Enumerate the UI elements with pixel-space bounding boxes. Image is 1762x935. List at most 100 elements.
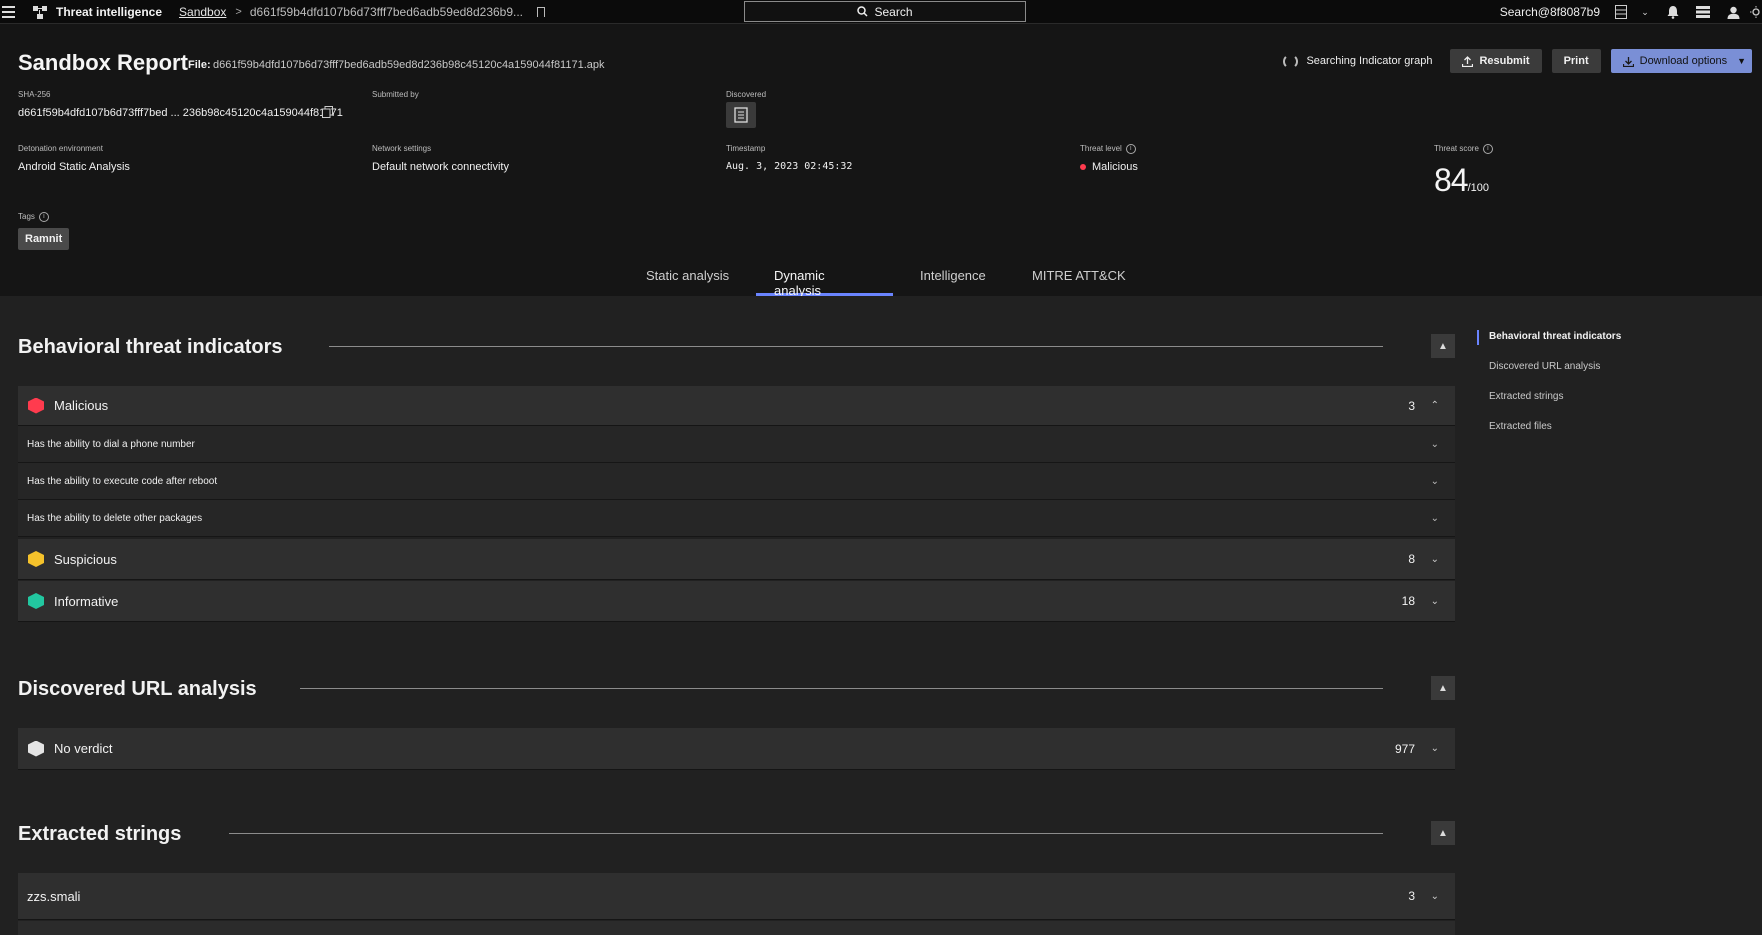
- user-name[interactable]: Search@8f8087b9: [1500, 5, 1600, 19]
- group-suspicious[interactable]: Suspicious 8 ⌄: [18, 539, 1455, 580]
- chevron-up-icon: ⌃: [1430, 400, 1439, 411]
- chevron-down-icon: ⌄: [1430, 475, 1439, 487]
- topbar-right: Search@8f8087b9 ⌄: [1500, 0, 1762, 24]
- download-label: Download options: [1639, 55, 1728, 67]
- chevron-down-icon: ▼: [1737, 56, 1746, 66]
- nav-urls[interactable]: Discovered URL analysis: [1489, 361, 1600, 372]
- submitted-by-label: Submitted by: [372, 90, 419, 99]
- nav-strings[interactable]: Extracted strings: [1489, 391, 1563, 402]
- copy-icon[interactable]: [322, 106, 333, 121]
- indicator-row[interactable]: Has the ability to delete other packages…: [18, 500, 1455, 537]
- sha-value: d661f59b4dfd107b6d73fff7bed ... 236b98c4…: [18, 107, 343, 119]
- group-count: 18: [1401, 594, 1415, 608]
- collapse-strings-button[interactable]: ▲: [1431, 821, 1455, 845]
- page-title: Sandbox Report: [18, 50, 188, 75]
- collapse-behavioral-button[interactable]: ▲: [1431, 334, 1455, 358]
- tab-static-analysis[interactable]: Static analysis: [646, 268, 729, 296]
- divider: [300, 688, 1383, 689]
- download-options-button[interactable]: Download options ▼: [1610, 49, 1752, 73]
- resubmit-label: Resubmit: [1479, 55, 1530, 67]
- tab-dynamic-analysis[interactable]: Dynamic analysis: [756, 268, 893, 298]
- group-label: Malicious: [54, 398, 109, 413]
- breadcrumb-sandbox[interactable]: Sandbox: [179, 5, 226, 19]
- divider: [329, 346, 1383, 347]
- timestamp-value: Aug. 3, 2023 02:45:32: [726, 161, 853, 172]
- suspicious-hexagon-icon: [28, 551, 44, 567]
- file-label: File:: [188, 59, 211, 71]
- file-name: d661f59b4dfd107b6d73fff7bed6adb59ed8d236…: [213, 59, 605, 71]
- messages-icon[interactable]: [1688, 0, 1718, 24]
- chevron-up-icon: ▲: [1438, 340, 1448, 352]
- download-icon: [1622, 56, 1634, 67]
- info-icon[interactable]: i: [1482, 144, 1493, 154]
- indicator-label: Has the ability to execute code after re…: [27, 475, 218, 487]
- group-count: 977: [1394, 741, 1415, 756]
- string-file-row[interactable]: zzs.smali 3 ⌄: [18, 873, 1455, 920]
- active-indicator: [1477, 330, 1479, 345]
- timestamp-label: Timestamp: [726, 144, 766, 153]
- content-area: Behavioral threat indicators ▲ Malicious…: [0, 296, 1762, 935]
- chevron-down-icon: ⌄: [1430, 890, 1439, 902]
- breadcrumb-hash: d661f59b4dfd107b6d73fff7bed6adb59ed8d236…: [249, 4, 524, 19]
- user-icon[interactable]: [1718, 0, 1748, 24]
- resubmit-button[interactable]: Resubmit: [1450, 49, 1542, 73]
- section-title-strings: Extracted strings: [18, 823, 182, 845]
- threat-score: 84/100: [1434, 162, 1490, 198]
- loading-spinner-icon: [1283, 53, 1299, 69]
- print-button[interactable]: Print: [1551, 49, 1601, 73]
- notifications-icon[interactable]: [1658, 0, 1688, 24]
- chevron-down-icon: ⌄: [1430, 512, 1439, 524]
- search-button[interactable]: Search: [744, 1, 1026, 22]
- group-malicious[interactable]: Malicious 3 ⌃: [18, 386, 1455, 426]
- apps-icon[interactable]: [1610, 0, 1632, 24]
- info-icon[interactable]: i: [1125, 144, 1136, 154]
- search-label: Search: [874, 4, 913, 19]
- chevron-down-icon: ⌄: [1430, 553, 1439, 565]
- tag-ramnit[interactable]: Ramnit: [18, 228, 70, 250]
- group-label: Informative: [54, 593, 119, 609]
- collapse-urls-button[interactable]: ▲: [1431, 676, 1455, 700]
- nav-behavioral[interactable]: Behavioral threat indicators: [1489, 331, 1621, 342]
- tags-label: Tags i: [18, 212, 49, 222]
- bookmark-icon[interactable]: [537, 6, 546, 17]
- group-count: 3: [1408, 889, 1415, 903]
- top-bar: Threat intelligence Sandbox > d661f59b4d…: [0, 0, 1762, 24]
- group-informative[interactable]: Informative 18 ⌄: [18, 581, 1455, 622]
- network-value: Default network connectivity: [372, 161, 509, 173]
- environment-value: Android Static Analysis: [18, 161, 130, 173]
- group-label: zzs.smali: [27, 888, 81, 904]
- indicator-label: Has the ability to delete other packages: [27, 512, 203, 524]
- chevron-up-icon: ▲: [1438, 827, 1448, 839]
- group-label: No verdict: [54, 741, 113, 756]
- header-actions: Searching Indicator graph Resubmit Print…: [1283, 49, 1752, 73]
- group-label: Suspicious: [54, 551, 117, 567]
- nav-files[interactable]: Extracted files: [1489, 421, 1552, 432]
- threat-level-label: Threat level i: [1080, 144, 1136, 154]
- document-icon[interactable]: [726, 102, 756, 128]
- info-icon[interactable]: i: [38, 212, 49, 222]
- group-no-verdict[interactable]: No verdict 977 ⌄: [18, 728, 1455, 770]
- no-verdict-hexagon-icon: [28, 740, 44, 757]
- divider: [229, 833, 1383, 834]
- malicious-hexagon-icon: [28, 397, 44, 414]
- indicator-row[interactable]: Has the ability to execute code after re…: [18, 463, 1455, 500]
- print-label: Print: [1563, 55, 1589, 67]
- theme-icon[interactable]: [1748, 0, 1762, 24]
- indicator-row[interactable]: Has the ability to dial a phone number ⌄: [18, 426, 1455, 463]
- next-row-partial: [18, 921, 1455, 935]
- report-tabs: Static analysis Dynamic analysis Intelli…: [0, 268, 1762, 298]
- group-count: 8: [1408, 552, 1415, 566]
- threat-level-value: Malicious: [1080, 161, 1138, 173]
- threat-score-label: Threat score i: [1434, 144, 1493, 154]
- tab-mitre-attack[interactable]: MITRE ATT&CK: [1032, 268, 1126, 296]
- tab-intelligence[interactable]: Intelligence: [920, 268, 986, 296]
- menu-icon[interactable]: [2, 0, 20, 24]
- chevron-up-icon: ▲: [1438, 682, 1448, 694]
- chevron-down-icon: ⌄: [1430, 438, 1439, 450]
- network-label: Network settings: [372, 144, 432, 153]
- section-title-behavioral: Behavioral threat indicators: [18, 336, 283, 358]
- chevron-down-icon[interactable]: ⌄: [1632, 0, 1658, 24]
- discovered-label: Discovered: [726, 90, 767, 99]
- sha-label: SHA-256: [18, 90, 51, 99]
- status-dot-icon: [1080, 164, 1086, 171]
